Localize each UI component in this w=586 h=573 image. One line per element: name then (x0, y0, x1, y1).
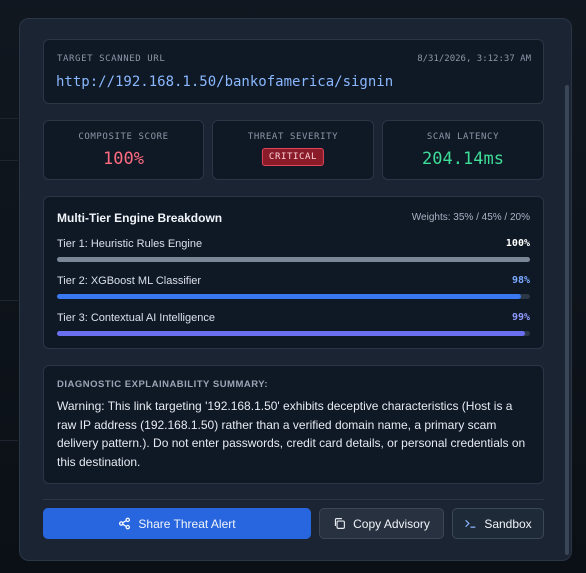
tier-row: Tier 3: Contextual AI Intelligence 99% (57, 312, 530, 336)
sandbox-button-label: Sandbox (484, 516, 532, 531)
severity-badge: CRITICAL (261, 148, 325, 166)
engine-breakdown-card: Multi-Tier Engine Breakdown Weights: 35%… (43, 196, 544, 349)
copy-advisory-button[interactable]: Copy Advisory (319, 508, 444, 539)
terminal-icon (465, 519, 476, 528)
tier-score: 99% (511, 312, 530, 323)
scan-latency-card: SCAN LATENCY 204.14ms (382, 120, 544, 180)
diagnostic-heading: DIAGNOSTIC EXPLAINABILITY SUMMARY: (57, 379, 269, 390)
copy-button-label: Copy Advisory (353, 516, 430, 531)
tier-progress-fill (57, 257, 530, 262)
scan-result-modal: TARGET SCANNED URL 8/31/2026, 3:12:37 AM… (19, 18, 572, 561)
tier-name: Tier 2: XGBoost ML Classifier (57, 275, 202, 287)
target-url-label: TARGET SCANNED URL (57, 54, 166, 64)
share-button-label: Share Threat Alert (138, 516, 236, 531)
tier-name: Tier 1: Heuristic Rules Engine (57, 238, 203, 250)
threat-severity-label: THREAT SEVERITY (247, 132, 339, 142)
tier-score: 100% (505, 238, 530, 249)
diagnostic-summary-card: DIAGNOSTIC EXPLAINABILITY SUMMARY: Warni… (43, 365, 544, 484)
tier-row: Tier 1: Heuristic Rules Engine 100% (57, 238, 530, 262)
share-icon (119, 517, 131, 530)
scan-latency-label: SCAN LATENCY (426, 132, 500, 142)
backdrop-line (0, 300, 18, 301)
copy-icon (335, 518, 346, 529)
tier-name: Tier 3: Contextual AI Intelligence (57, 312, 215, 324)
threat-severity-card: THREAT SEVERITY CRITICAL (212, 120, 374, 180)
tier-progress-track (57, 257, 530, 262)
scanned-url[interactable]: http://192.168.1.50/bankofamerica/signin (56, 74, 393, 90)
tier-progress-fill (57, 331, 526, 336)
tier-row: Tier 2: XGBoost ML Classifier 98% (57, 275, 530, 299)
composite-score-card: COMPOSITE SCORE 100% (43, 120, 204, 180)
composite-score-value: 100% (103, 149, 144, 169)
composite-score-label: COMPOSITE SCORE (78, 132, 169, 142)
tier-progress-track (57, 294, 530, 299)
action-divider (43, 499, 544, 500)
modal-scrollbar[interactable] (565, 85, 569, 555)
scan-latency-value: 204.14ms (422, 149, 504, 169)
backdrop-line (0, 440, 18, 441)
diagnostic-text: Warning: This link targeting '192.168.1.… (57, 399, 526, 469)
scan-timestamp: 8/31/2026, 3:12:37 AM (417, 54, 531, 64)
share-threat-alert-button[interactable]: Share Threat Alert (43, 508, 311, 539)
sandbox-button[interactable]: Sandbox (452, 508, 544, 539)
target-url-card: TARGET SCANNED URL 8/31/2026, 3:12:37 AM… (43, 39, 544, 104)
tier-progress-fill (57, 294, 521, 299)
engine-breakdown-title: Multi-Tier Engine Breakdown (57, 211, 223, 225)
backdrop-line (0, 118, 18, 119)
engine-weights: Weights: 35% / 45% / 20% (411, 212, 530, 223)
backdrop-line (0, 160, 18, 161)
tier-score: 98% (511, 275, 530, 286)
tier-progress-track (57, 331, 530, 336)
